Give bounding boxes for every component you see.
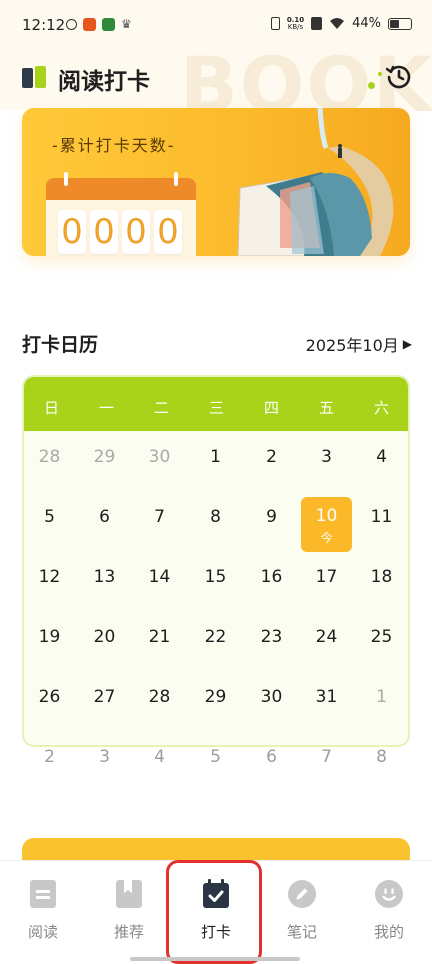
weekday-label: 五 <box>318 399 334 417</box>
calendar-day[interactable]: 15 <box>188 567 243 587</box>
calendar-day[interactable]: 22 <box>188 627 243 647</box>
app-badge-icon-2 <box>102 17 115 31</box>
calendar-day[interactable]: 7 <box>132 507 187 527</box>
counter-digit: 0 <box>154 210 182 254</box>
triangle-right-icon[interactable]: ▶ <box>403 337 412 351</box>
calendar-day-next-month: 4 <box>154 747 165 767</box>
calendar-day[interactable]: 21 <box>132 627 187 647</box>
banner-label: -累计打卡天数- <box>52 136 176 155</box>
month-selector[interactable]: 2025年10月 ▶ <box>306 332 412 356</box>
calendar-day[interactable]: 24 <box>299 627 354 647</box>
calendar-ring <box>174 172 178 186</box>
history-clock-icon[interactable] <box>385 62 413 90</box>
book-illustration <box>237 108 394 256</box>
network-speed-unit: KB/s <box>287 22 304 31</box>
calendar-day[interactable]: 14 <box>132 567 187 587</box>
calendar-day[interactable]: 29 <box>188 687 243 707</box>
crown-icon: ♛ <box>121 17 132 31</box>
book-icon <box>22 66 46 88</box>
status-time: 12:12 <box>22 16 66 34</box>
page-title: 阅读打卡 <box>58 69 150 95</box>
calendar-day[interactable]: 1 <box>354 687 409 707</box>
calendar-day[interactable]: 20 <box>77 627 132 647</box>
calendar-day[interactable]: 6 <box>77 507 132 527</box>
calendar-day-next-month: 2 <box>44 747 55 767</box>
calendar-day[interactable]: 31 <box>299 687 354 707</box>
calendar-day[interactable]: 18 <box>354 567 409 587</box>
calendar-day[interactable]: 4 <box>354 447 409 467</box>
nav-label: 推荐 <box>113 923 144 941</box>
home-indicator[interactable] <box>130 957 300 961</box>
calendar-day-next-month: 8 <box>376 747 387 767</box>
calendar-day-next-month: 6 <box>266 747 277 767</box>
today-label: 今 <box>320 531 333 545</box>
calendar-day[interactable]: 16 <box>244 567 299 587</box>
wifi-icon <box>330 17 345 29</box>
sim-off-icon <box>311 17 323 30</box>
notification-icon <box>66 18 77 30</box>
checkin-total-banner: -累计打卡天数- 0 0 0 0 <box>22 108 410 256</box>
nav-label: 我的 <box>373 923 404 941</box>
pencil-icon <box>288 880 316 908</box>
nav-item-notes[interactable]: 笔记 <box>270 875 334 942</box>
battery-icon <box>388 17 412 30</box>
nav-label: 阅读 <box>27 923 58 941</box>
calendar-day[interactable]: 1 <box>188 447 243 467</box>
calendar-day[interactable]: 30 <box>244 687 299 707</box>
counter-digit: 0 <box>58 210 86 254</box>
weekday-label: 四 <box>263 399 279 417</box>
decor-dot-small <box>378 72 382 76</box>
current-month: 2025年10月 <box>305 336 399 355</box>
weekday-label: 六 <box>373 399 389 417</box>
nav-item-profile[interactable]: 我的 <box>357 875 421 942</box>
calendar-day-next-month: 7 <box>321 747 332 767</box>
calendar-day[interactable]: 3 <box>299 447 354 467</box>
weekday-label: 三 <box>208 399 224 417</box>
read-icon <box>30 880 56 908</box>
recommend-icon <box>116 880 142 908</box>
app-badge-icon <box>83 17 96 31</box>
calendar-day[interactable]: 11 <box>354 507 409 527</box>
counter-digit: 0 <box>90 210 118 254</box>
status-notification-icons: ♛ <box>66 17 132 31</box>
calendar-day[interactable]: 5 <box>22 507 77 527</box>
calendar-day-next-month: 5 <box>210 747 221 767</box>
active-tab-highlight <box>166 860 262 964</box>
calendar-day[interactable]: 8 <box>188 507 243 527</box>
calendar-day[interactable]: 28 <box>132 687 187 707</box>
battery-percent: 44% <box>352 16 381 31</box>
calendar-day[interactable]: 19 <box>22 627 77 647</box>
weekday-header: 日 一 二 三 四 五 六 <box>24 377 408 431</box>
vibrate-icon <box>270 17 280 30</box>
calendar-day[interactable]: 12 <box>22 567 77 587</box>
calendar-day[interactable]: 29 <box>77 447 132 467</box>
counter-calendar: 0 0 0 0 <box>46 172 196 256</box>
page-header: BOOK 阅读打卡 <box>0 40 432 129</box>
calendar-day[interactable]: 27 <box>77 687 132 707</box>
counter-digit: 0 <box>122 210 150 254</box>
calendar-day[interactable]: 28 <box>22 447 77 467</box>
calendar-day[interactable]: 17 <box>299 567 354 587</box>
calendar-day[interactable]: 30 <box>132 447 187 467</box>
calendar-section-title: 打卡日历 <box>22 334 99 356</box>
weekday-label: 一 <box>98 399 114 417</box>
network-speed: 0.10 KB/s <box>287 16 304 31</box>
calendar-day[interactable]: 26 <box>22 687 77 707</box>
calendar-day[interactable]: 25 <box>354 627 409 647</box>
weekday-label: 日 <box>43 399 59 417</box>
calendar-day-next-month: 3 <box>99 747 110 767</box>
nav-label: 笔记 <box>286 923 317 941</box>
calendar-day[interactable]: 2 <box>244 447 299 467</box>
calendar-day[interactable]: 13 <box>77 567 132 587</box>
calendar-ring <box>64 172 68 186</box>
weekday-label: 二 <box>153 399 169 417</box>
today-day[interactable]: 10 <box>301 506 352 526</box>
calendar-day[interactable]: 9 <box>244 507 299 527</box>
calendar-day[interactable]: 23 <box>244 627 299 647</box>
status-right: 0.10 KB/s 44% <box>270 16 412 31</box>
decor-dot <box>368 82 375 89</box>
nav-item-recommend[interactable]: 推荐 <box>97 875 161 942</box>
nav-item-read[interactable]: 阅读 <box>11 875 75 942</box>
profile-icon <box>375 880 403 908</box>
